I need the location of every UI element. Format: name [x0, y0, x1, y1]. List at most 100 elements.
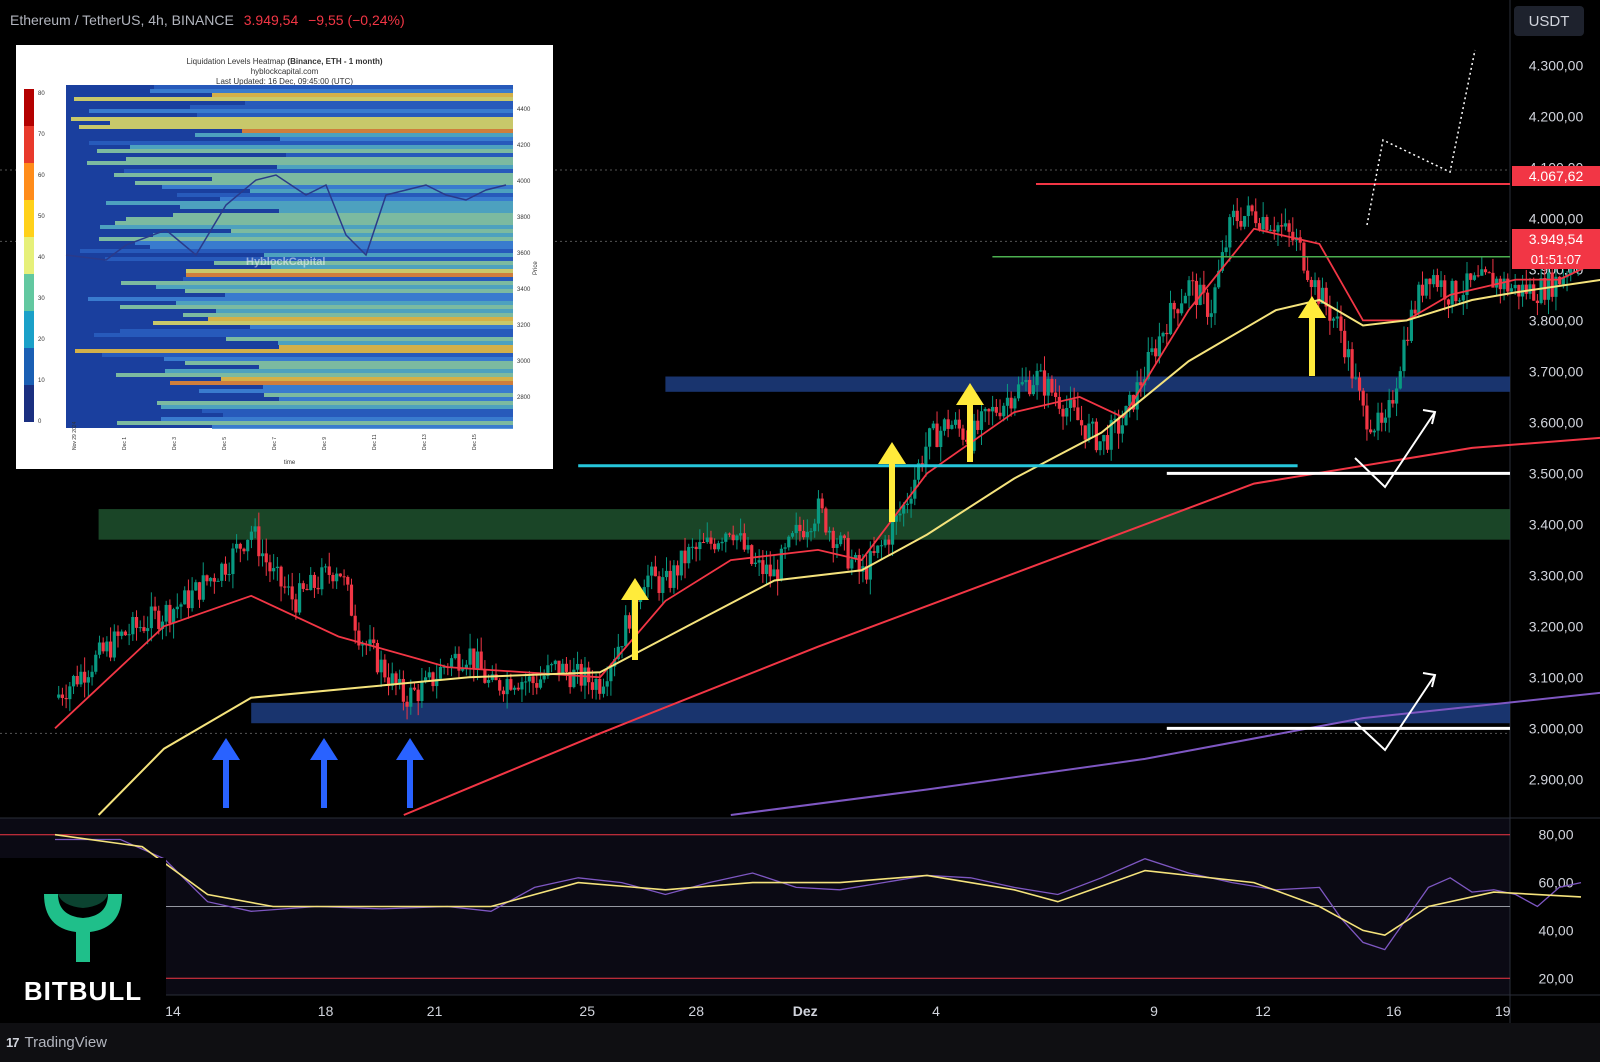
candle-body: [320, 567, 324, 590]
candle-body: [1068, 399, 1073, 408]
time-axis-label: 28: [688, 1003, 704, 1019]
candle-body: [146, 628, 150, 632]
heatmap-y-tick: 2800: [517, 395, 531, 401]
candle-body: [1276, 225, 1280, 232]
candle-body: [275, 566, 279, 569]
candle-body: [1535, 300, 1539, 304]
tradingview-brand[interactable]: TradingView: [24, 1034, 107, 1051]
candle-body: [557, 660, 561, 675]
candle-body: [516, 687, 520, 690]
heatmap-band: [279, 209, 513, 213]
candle-body: [709, 537, 713, 544]
candle-body: [564, 663, 569, 672]
heatmap-y-tick: 3000: [517, 359, 531, 365]
tradingview-icon[interactable]: 17: [6, 1035, 20, 1050]
candle-body: [487, 679, 491, 683]
heatmap-band: [185, 289, 513, 293]
heatmap-band: [135, 181, 513, 185]
heatmap-band: [212, 93, 513, 97]
candle-body: [1461, 295, 1465, 301]
bitbull-logo-text: BITBULL: [23, 976, 143, 1006]
candle-body: [701, 542, 706, 544]
heatmap-band: [102, 353, 513, 357]
price-axis-label: 3.500,00: [1529, 465, 1584, 481]
candle-body: [1509, 288, 1514, 292]
candle-body: [850, 559, 854, 569]
candle-body: [1161, 332, 1165, 337]
candle-body: [1335, 316, 1339, 319]
colorbar-label: 50: [38, 214, 45, 220]
candle-body: [813, 523, 817, 532]
candle-body: [835, 544, 839, 548]
heatmap-x-tick: Dec 9: [322, 437, 328, 450]
candle-body: [761, 560, 765, 575]
colorbar-segment: [24, 200, 34, 237]
candle-body: [1243, 216, 1247, 227]
candle-body: [1539, 278, 1543, 304]
heatmap-band: [130, 145, 513, 149]
heatmap-band: [277, 165, 513, 169]
candle-body: [1450, 280, 1454, 305]
candle-body: [1391, 400, 1395, 404]
heatmap-band: [185, 361, 513, 365]
candle-body: [1413, 309, 1417, 314]
candle-body: [1005, 397, 1010, 406]
candle-body: [1328, 306, 1332, 321]
rsi-axis-label: 80,00: [1538, 827, 1573, 843]
chart-area[interactable]: 4.300,004.200,004.100,004.000,003.900,00…: [0, 0, 1600, 1062]
candle-body: [123, 631, 128, 636]
candle-body: [1231, 210, 1236, 218]
candle-body: [71, 675, 76, 687]
candle-body: [249, 531, 254, 540]
heatmap-band: [231, 229, 513, 233]
colorbar-segment: [24, 385, 34, 422]
candle-body: [609, 666, 613, 682]
candle-body: [431, 672, 435, 687]
candle-body: [739, 533, 743, 536]
rsi-axis-label: 60,00: [1538, 875, 1573, 891]
currency-button[interactable]: USDT: [1514, 6, 1584, 36]
candle-body: [283, 586, 287, 588]
candle-body: [1272, 229, 1276, 232]
heatmap-band: [94, 333, 513, 337]
candle-body: [961, 428, 965, 440]
candle-body: [412, 687, 417, 690]
candle-body: [438, 666, 443, 679]
candle-body: [97, 642, 102, 655]
price-axis-label: 3.000,00: [1529, 720, 1584, 736]
heatmap-band: [88, 297, 513, 301]
symbol-title[interactable]: Ethereum / TetherUS, 4h, BINANCE: [10, 12, 234, 28]
candle-body: [757, 560, 761, 563]
candle-body: [1168, 302, 1173, 335]
candle-body: [1406, 339, 1410, 341]
heatmap-band: [242, 129, 513, 133]
heatmap-watermark: HyblockCapital: [246, 256, 325, 268]
candle-body: [1150, 348, 1154, 352]
candle-body: [1176, 309, 1180, 314]
heatmap-band: [180, 205, 513, 209]
candle-body: [983, 408, 987, 412]
heatmap-band: [71, 117, 513, 121]
candle-body: [1306, 270, 1310, 280]
candle-body: [1402, 339, 1406, 372]
candle-body: [679, 550, 683, 576]
candle-body: [201, 575, 205, 600]
candle-body: [197, 582, 202, 600]
candle-body: [550, 664, 554, 666]
candle-body: [505, 679, 509, 695]
candle-body: [142, 627, 146, 632]
candle-body: [991, 406, 995, 412]
candle-body: [353, 615, 357, 631]
heatmap-x-tick: Dec 3: [172, 437, 178, 450]
candle-body: [535, 683, 539, 688]
candle-body: [1528, 284, 1532, 294]
candle-body: [501, 690, 506, 695]
candle-body: [957, 419, 961, 429]
upper-blue-support-zone: [665, 376, 1510, 392]
candle-body: [1343, 330, 1347, 358]
heatmap-band: [279, 345, 513, 349]
candle-body: [1502, 278, 1506, 290]
time-axis-label: 16: [1386, 1003, 1402, 1019]
candle-body: [268, 562, 272, 572]
candle-body: [498, 680, 502, 691]
